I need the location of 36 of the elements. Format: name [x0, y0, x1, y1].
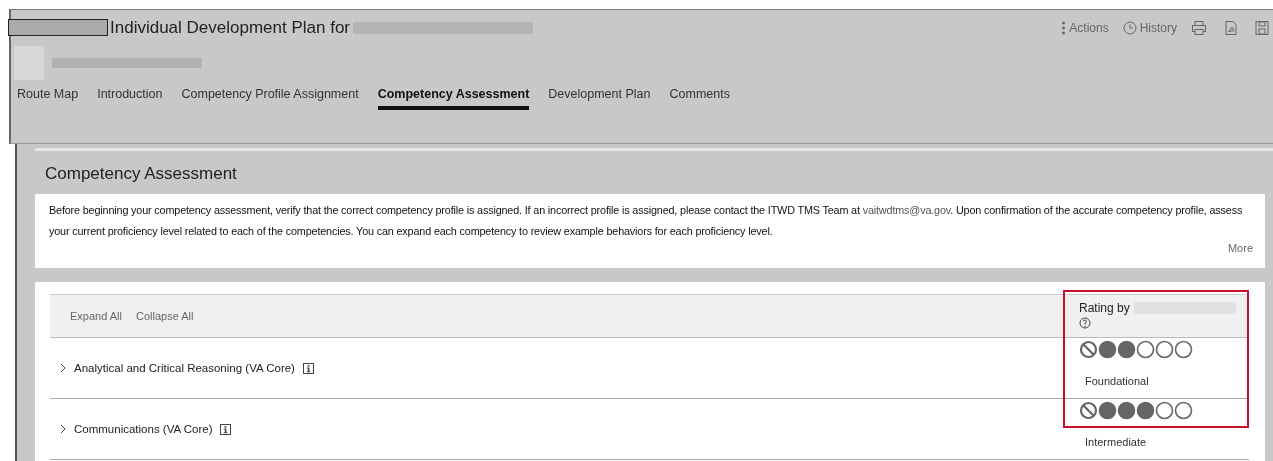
- kebab-icon[interactable]: [1061, 20, 1067, 35]
- history-button[interactable]: History: [1122, 20, 1177, 35]
- rating-header: Rating by: [1079, 301, 1130, 315]
- no-rating-icon[interactable]: [1079, 401, 1098, 420]
- level-label: Foundational: [1085, 375, 1150, 387]
- more-link[interactable]: More: [1227, 242, 1253, 254]
- tab[interactable]: Introduction: [97, 85, 163, 110]
- level-label: Intermediate: [1085, 436, 1148, 448]
- intro-paragraph: Before beginning your competency assessment, verify that the correct competency profile is assigned. If an incorrect profile is assigned, please contact the ITWD TMS Team at vaitwdtms@va.gov. Upon confirmation of the accurate competency profile, assess your current proficiency level related to each of the competencies. You can expand each competency to review example behaviors for each proficiency level.: [49, 203, 1244, 239]
- tab[interactable]: Route Map: [17, 85, 79, 110]
- filled-circle[interactable]: [1117, 340, 1136, 359]
- tab[interactable]: Comments: [669, 85, 730, 110]
- no-rating-icon[interactable]: [1079, 340, 1098, 359]
- chevron-icon[interactable]: [60, 424, 66, 434]
- clock-icon[interactable]: [1122, 20, 1137, 35]
- collapse-all-link[interactable]: Collapse All: [136, 310, 194, 322]
- competency-name[interactable]: Analytical and Critical Reasoning (VA Core): [74, 362, 295, 374]
- filled-circle[interactable]: [1117, 401, 1136, 420]
- section-title: Competency Assessment: [44, 163, 238, 185]
- pdf-icon[interactable]: [1223, 19, 1239, 36]
- expand-all-link[interactable]: Expand All: [70, 310, 122, 322]
- competency-name[interactable]: Communications (VA Core): [74, 423, 213, 435]
- save-icon[interactable]: [1255, 19, 1269, 36]
- tab[interactable]: Competency Profile Assignment: [181, 85, 359, 110]
- info-icon[interactable]: [302, 362, 314, 374]
- actions-button[interactable]: Actions: [1061, 20, 1109, 35]
- filled-circle[interactable]: [1098, 340, 1117, 359]
- filled-circle[interactable]: [1136, 401, 1155, 420]
- chevron-icon[interactable]: [60, 363, 66, 373]
- help-icon[interactable]: [1079, 317, 1091, 329]
- tab[interactable]: Development Plan: [548, 85, 651, 110]
- page-title: Individual Development Plan for: [110, 17, 351, 38]
- filled-circle[interactable]: [1098, 401, 1117, 420]
- tab[interactable]: Competency Assessment: [377, 85, 530, 110]
- print-icon[interactable]: [1191, 19, 1207, 36]
- info-icon[interactable]: [220, 423, 232, 435]
